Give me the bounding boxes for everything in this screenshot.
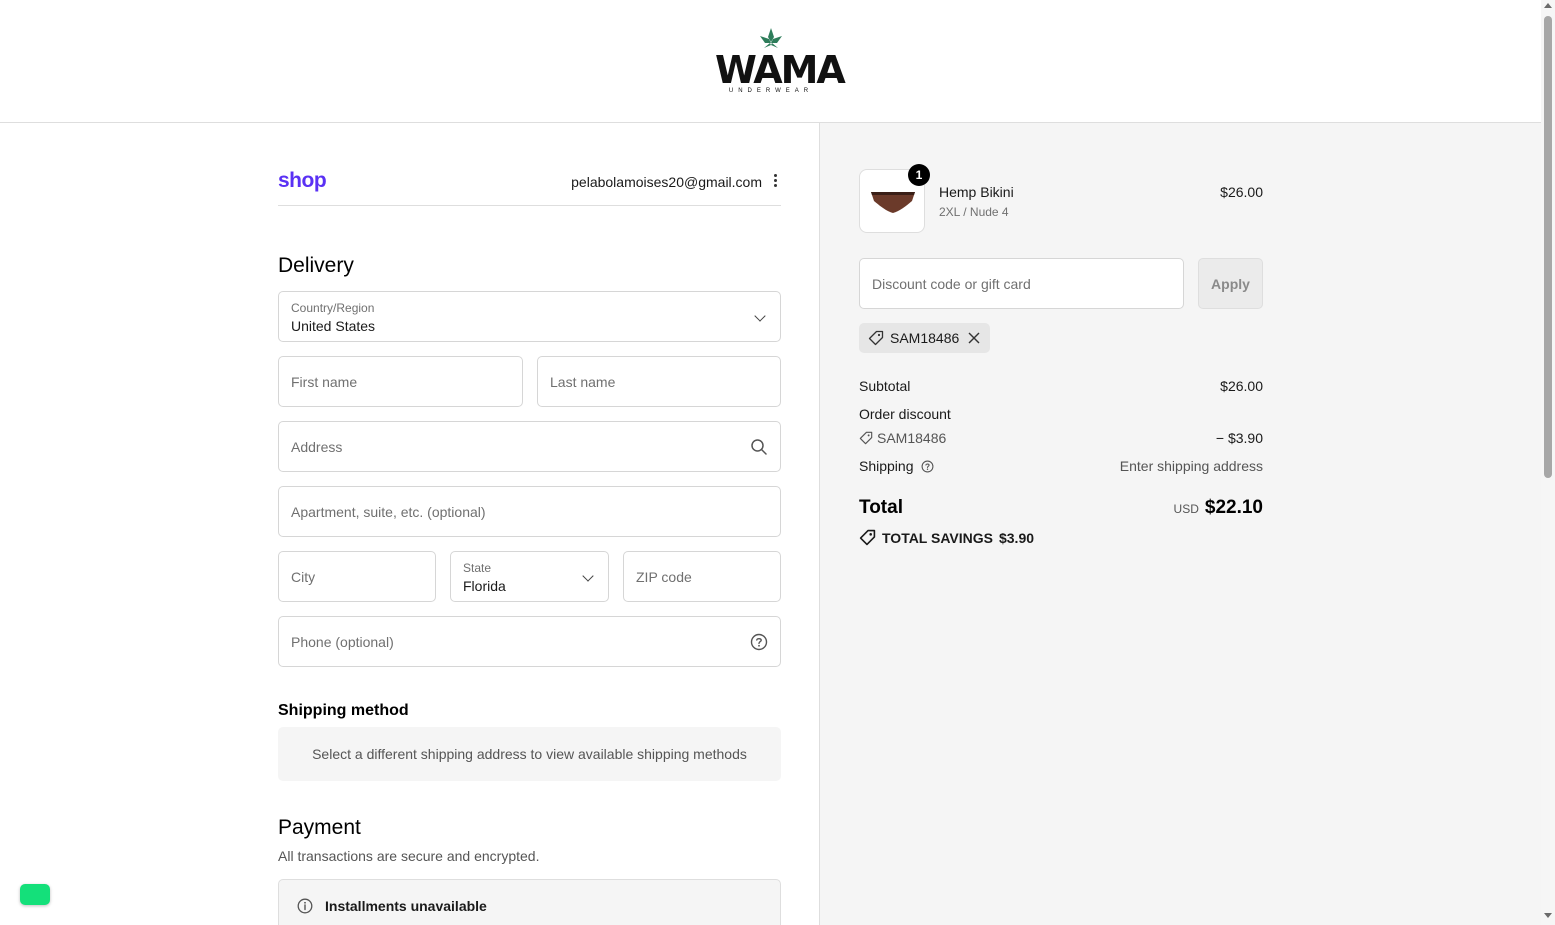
help-circle-icon[interactable]	[921, 460, 934, 473]
applied-code-text: SAM18486	[890, 330, 960, 346]
savings-value: $3.90	[998, 530, 1035, 546]
city-placeholder: City	[291, 569, 316, 585]
apartment-field[interactable]: Apartment, suite, etc. (optional)	[278, 486, 781, 537]
installments-notice: Installments unavailable	[278, 879, 781, 925]
total-currency: USD	[1173, 502, 1199, 516]
tag-icon	[859, 529, 876, 546]
address-placeholder: Address	[291, 439, 343, 455]
discount-code-text: SAM18486	[877, 430, 947, 446]
chevron-down-icon	[754, 310, 766, 322]
subtotal-value: $26.00	[1220, 378, 1263, 394]
tag-icon	[859, 431, 873, 445]
store-logo[interactable]: WAMA UNDERWEAR	[715, 28, 846, 96]
shipping-label: Shipping	[859, 458, 914, 474]
country-select[interactable]: Country/Region United States	[278, 291, 781, 342]
phone-field[interactable]: Phone (optional)	[278, 616, 781, 667]
subtotal-label: Subtotal	[859, 378, 911, 394]
logo-wordmark: WAMA	[715, 48, 846, 92]
discount-placeholder: Discount code or gift card	[872, 276, 1031, 292]
order-summary-column: 1 Hemp Bikini 2XL / Nude 4 $26.00 Discou…	[819, 123, 1541, 925]
city-field[interactable]: City	[278, 551, 436, 602]
discount-code-row: SAM18486	[859, 430, 946, 446]
tag-icon	[868, 330, 884, 346]
search-icon[interactable]	[750, 438, 768, 456]
header-bar: WAMA UNDERWEAR	[0, 0, 1541, 123]
shop-account-bar: shop pelabolamoises20@gmail.com	[278, 167, 781, 206]
account-email: pelabolamoises20@gmail.com	[571, 174, 762, 190]
state-value: Florida	[463, 578, 506, 594]
kebab-menu-icon[interactable]	[772, 173, 778, 189]
page-scrollbar[interactable]	[1541, 0, 1555, 925]
country-label: Country/Region	[291, 301, 375, 315]
total-label: Total	[859, 497, 903, 518]
payment-heading: Payment	[278, 816, 361, 839]
info-icon	[297, 898, 313, 914]
first-name-field[interactable]: First name	[278, 356, 523, 407]
shipping-value: Enter shipping address	[1119, 458, 1263, 474]
total-amount: USD $22.10	[1174, 497, 1263, 519]
scroll-up-icon[interactable]	[1544, 3, 1552, 8]
product-variant: 2XL / Nude 4	[939, 205, 1009, 219]
product-price: $26.00	[1220, 184, 1263, 200]
total-savings: TOTAL SAVINGS $3.90	[859, 529, 1034, 546]
shop-pay-logo: shop	[278, 169, 327, 192]
order-discount-label: Order discount	[859, 406, 951, 422]
delivery-heading: Delivery	[278, 254, 354, 277]
chat-widget-button[interactable]	[20, 884, 50, 905]
last-name-placeholder: Last name	[550, 374, 616, 390]
quantity-badge: 1	[908, 164, 930, 186]
scroll-down-icon[interactable]	[1544, 913, 1552, 918]
zip-field[interactable]: ZIP code	[623, 551, 781, 602]
checkout-form-column: shop pelabolamoises20@gmail.com Delivery…	[0, 123, 819, 925]
zip-placeholder: ZIP code	[636, 569, 692, 585]
help-circle-icon[interactable]	[750, 633, 768, 651]
country-value: United States	[291, 318, 376, 334]
total-value: $22.10	[1204, 497, 1263, 518]
close-icon[interactable]	[968, 332, 980, 344]
applied-discount-chip: SAM18486	[859, 323, 990, 353]
payment-subtitle: All transactions are secure and encrypte…	[278, 848, 540, 864]
chevron-down-icon	[582, 570, 594, 582]
installments-text: Installments unavailable	[325, 898, 487, 914]
state-label: State	[463, 561, 492, 575]
shipping-method-heading: Shipping method	[278, 702, 409, 719]
last-name-field[interactable]: Last name	[537, 356, 781, 407]
shipping-row: Shipping	[859, 458, 934, 474]
discount-value: − $3.90	[1215, 430, 1263, 446]
savings-label: TOTAL SAVINGS	[882, 530, 993, 546]
apply-discount-button[interactable]: Apply	[1198, 258, 1263, 309]
logo-subtext: UNDERWEAR	[728, 88, 814, 94]
address-field[interactable]: Address	[278, 421, 781, 472]
discount-code-input[interactable]: Discount code or gift card	[859, 258, 1184, 309]
shipping-method-notice: Select a different shipping address to v…	[278, 727, 781, 781]
apartment-placeholder: Apartment, suite, etc. (optional)	[291, 504, 486, 520]
state-select[interactable]: State Florida	[450, 551, 609, 602]
phone-placeholder: Phone (optional)	[291, 634, 394, 650]
scrollbar-thumb[interactable]	[1544, 16, 1552, 478]
first-name-placeholder: First name	[291, 374, 358, 390]
product-name: Hemp Bikini	[939, 184, 1014, 200]
